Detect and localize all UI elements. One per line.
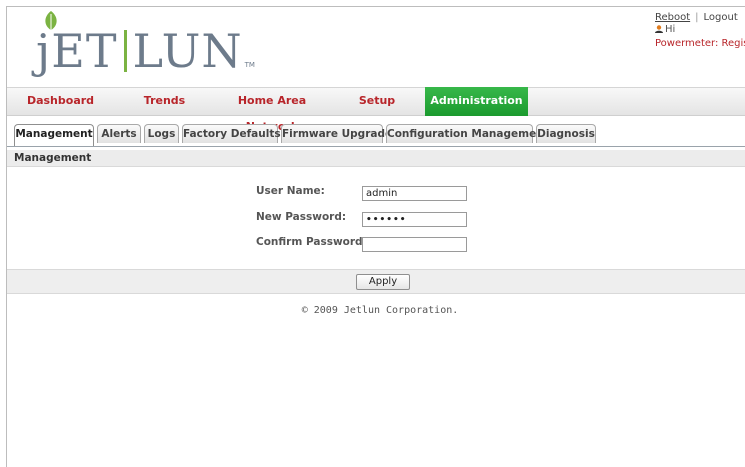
tab-firmware-upgrade[interactable]: Firmware Upgrade	[281, 124, 392, 143]
greeting-row: Hi	[655, 24, 745, 36]
admin-subtabs: Management Alerts Logs Factory Defaults …	[7, 124, 745, 147]
link-separator: |	[695, 12, 699, 23]
tab-management[interactable]: Management	[14, 124, 94, 146]
confirm-password-label: Confirm Password:	[256, 236, 367, 248]
powermeter-status: Powermeter: Registered	[655, 38, 745, 49]
jetlun-logo: jET LUN TM	[36, 11, 256, 78]
apply-bar: Apply	[7, 269, 745, 294]
tab-alerts[interactable]: Alerts	[97, 124, 141, 143]
nav-trends[interactable]: Trends	[114, 88, 215, 115]
top-right-panel: Reboot | Logout Hi Powermeter: Registered	[655, 12, 745, 50]
greeting-text: Hi	[665, 24, 676, 35]
reboot-link[interactable]: Reboot	[655, 12, 690, 23]
logo-lun: LUN	[132, 24, 243, 78]
nav-home-area-network[interactable]: Home Area Network	[215, 88, 329, 133]
apply-button[interactable]: Apply	[356, 274, 410, 290]
copyright-footer: © 2009 Jetlun Corporation.	[301, 305, 459, 316]
new-password-label: New Password:	[256, 211, 347, 223]
tab-logs[interactable]: Logs	[144, 124, 179, 143]
tab-factory-defaults[interactable]: Factory Defaults	[182, 124, 281, 143]
logo-tm: TM	[244, 61, 255, 69]
logo-divider	[123, 30, 127, 72]
tab-configuration-management[interactable]: Configuration Management	[386, 124, 549, 143]
tab-diagnosis[interactable]: Diagnosis	[536, 124, 596, 143]
logout-link[interactable]: Logout	[704, 12, 738, 23]
session-links: Reboot | Logout	[655, 12, 745, 24]
nav-dashboard[interactable]: Dashboard	[7, 88, 114, 115]
leaf-icon	[45, 11, 57, 30]
section-header: Management	[7, 150, 745, 167]
nav-setup[interactable]: Setup	[329, 88, 425, 115]
username-label: User Name:	[256, 185, 325, 197]
main-navigation: Dashboard Trends Home Area Network Setup…	[7, 87, 745, 133]
new-password-input[interactable]	[362, 212, 467, 227]
confirm-password-input[interactable]	[362, 237, 467, 252]
logo-jet: jET	[36, 24, 118, 78]
user-icon	[655, 25, 663, 33]
username-input[interactable]	[362, 186, 467, 201]
nav-administration[interactable]: Administration	[425, 87, 528, 116]
